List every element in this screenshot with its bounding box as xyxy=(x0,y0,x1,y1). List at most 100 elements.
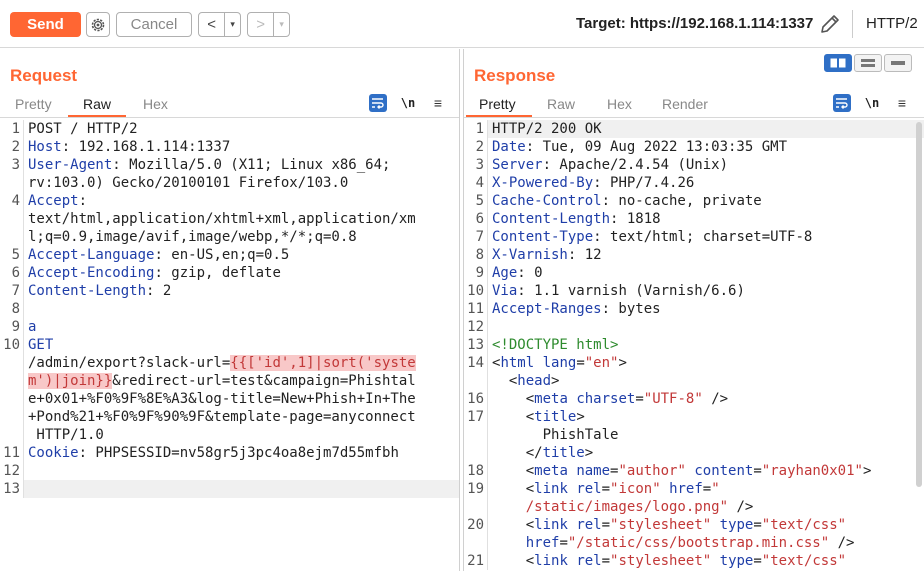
response-menu-icon[interactable]: ≡ xyxy=(895,94,909,112)
request-tab-hex[interactable]: Hex xyxy=(143,94,168,116)
response-code-line: 12 xyxy=(464,318,924,336)
forward-history-dropdown[interactable]: ▾ xyxy=(273,13,289,36)
request-line-text: +Pond%21+%F0%9F%90%9F&template-page=anyc… xyxy=(28,409,416,425)
response-scrollbar[interactable] xyxy=(916,122,922,487)
request-code-line: 3 User-Agent: Mozilla/5.0 (X11; Linux x86… xyxy=(0,156,459,174)
back-history-dropdown[interactable]: ▾ xyxy=(224,13,240,36)
response-line-text: <meta charset="UTF-8" /> xyxy=(492,391,729,407)
response-line-text: Accept-Ranges: bytes xyxy=(492,301,661,317)
response-line-text: href="/static/css/bootstrap.min.css" /> xyxy=(525,535,855,551)
request-code-line: text/html,application/xhtml+xml,applicat… xyxy=(0,210,459,228)
request-code-line: 7 Content-Length: 2 xyxy=(0,282,459,300)
response-code-line: 11 Accept-Ranges: bytes xyxy=(464,300,924,318)
request-code-line: /admin/export?slack-url={{['id',1]|sort(… xyxy=(0,354,459,372)
request-newline-toggle[interactable]: \n xyxy=(400,94,416,112)
response-line-number: 11 xyxy=(464,300,488,318)
request-code-line: 6 Accept-Encoding: gzip, deflate xyxy=(0,264,459,282)
layout-tabbed-button[interactable] xyxy=(884,54,912,72)
response-tab-render[interactable]: Render xyxy=(662,94,708,116)
request-line-text: e+0x01+%F0%9F%8E%A3&log-title=New+Phish+… xyxy=(28,391,416,407)
response-code-line: /static/images/logo.png" /> xyxy=(464,498,924,516)
response-line-number xyxy=(464,498,488,516)
request-tab-raw[interactable]: Raw xyxy=(83,94,111,116)
columns-icon xyxy=(830,58,846,68)
response-line-number: 18 xyxy=(464,462,488,480)
request-line-number: 5 xyxy=(0,246,24,264)
response-code-line: 14 <html lang="en"> xyxy=(464,354,924,372)
response-code-line: </title> xyxy=(464,444,924,462)
response-tab-hex[interactable]: Hex xyxy=(607,94,632,116)
back-nav: < ▾ xyxy=(198,12,241,37)
request-code-line: m')|join}}&redirect-url=test&campaign=Ph… xyxy=(0,372,459,390)
response-newline-toggle[interactable]: \n xyxy=(864,94,880,112)
request-line-text: Accept-Encoding: gzip, deflate xyxy=(28,265,281,281)
response-line-text: <meta name="author" content="rayhan0x01"… xyxy=(492,463,872,479)
request-line-text: Content-Length: 2 xyxy=(28,283,172,299)
request-line-number: 13 xyxy=(0,480,24,498)
layout-switcher xyxy=(824,54,912,72)
cancel-button[interactable]: Cancel xyxy=(116,12,192,37)
request-line-text: text/html,application/xhtml+xml,applicat… xyxy=(28,211,416,227)
response-line-number: 4 xyxy=(464,174,488,192)
response-code-line: <head> xyxy=(464,372,924,390)
request-line-number: 10 xyxy=(0,336,24,354)
request-line-number: 2 xyxy=(0,138,24,156)
response-code-line: 8 X-Varnish: 12 xyxy=(464,246,924,264)
response-tab-raw[interactable]: Raw xyxy=(547,94,575,116)
edit-target-icon[interactable] xyxy=(818,12,842,36)
response-line-number: 8 xyxy=(464,246,488,264)
request-line-number xyxy=(0,210,24,228)
request-wrap-lines-icon[interactable] xyxy=(369,94,387,112)
response-line-number: 6 xyxy=(464,210,488,228)
response-line-text: <link rel="stylesheet" type="text/css" xyxy=(492,517,847,533)
request-line-text: a xyxy=(28,319,37,335)
response-code-line: 18 <meta name="author" content="rayhan0x… xyxy=(464,462,924,480)
response-line-number: 19 xyxy=(464,480,488,498)
response-line-number xyxy=(464,372,488,390)
request-line-number: 7 xyxy=(0,282,24,300)
response-line-number: 3 xyxy=(464,156,488,174)
response-title: Response xyxy=(474,66,556,85)
layout-side-by-side-button[interactable] xyxy=(824,54,852,72)
response-tab-pretty[interactable]: Pretty xyxy=(479,94,516,116)
single-pane-icon xyxy=(891,61,905,65)
response-line-text: <link rel="stylesheet" type="text/css" xyxy=(492,553,847,569)
request-line-number: 12 xyxy=(0,462,24,480)
response-line-text: <head> xyxy=(492,373,560,389)
response-line-text: Content-Type: text/html; charset=UTF-8 xyxy=(492,229,813,245)
request-menu-icon[interactable]: ≡ xyxy=(431,94,445,112)
response-line-text: X-Varnish: 12 xyxy=(492,247,602,263)
request-code-line: 5 Accept-Language: en-US,en;q=0.5 xyxy=(0,246,459,264)
http-version-toggle[interactable]: HTTP/2 xyxy=(866,15,918,32)
response-code-line: 10 Via: 1.1 varnish (Varnish/6.6) xyxy=(464,282,924,300)
response-code-line: 17 <title> xyxy=(464,408,924,426)
request-line-text: Host: 192.168.1.114:1337 xyxy=(28,139,231,155)
request-line-number: 11 xyxy=(0,444,24,462)
response-line-number: 2 xyxy=(464,138,488,156)
request-line-number xyxy=(0,174,24,192)
request-tabs-divider xyxy=(0,117,459,118)
response-editor[interactable]: 1 HTTP/2 200 OK 2 Date: Tue, 09 Aug 2022 13… xyxy=(464,120,924,571)
response-line-number xyxy=(464,534,488,552)
request-editor[interactable]: 1 POST / HTTP/2 2 Host: 192.168.1.114:1337 3… xyxy=(0,120,459,571)
request-code-line: +Pond%21+%F0%9F%90%9F&template-page=anyc… xyxy=(0,408,459,426)
send-button[interactable]: Send xyxy=(10,12,81,37)
request-panel: Request Pretty Raw Hex \n ≡ 1 POST / HTTP… xyxy=(0,49,460,571)
request-code-line: 8 xyxy=(0,300,459,318)
request-tab-pretty[interactable]: Pretty xyxy=(15,94,52,116)
response-line-number: 16 xyxy=(464,390,488,408)
request-line-text: /admin/export?slack-url={{['id',1]|sort(… xyxy=(28,355,416,371)
response-wrap-lines-icon[interactable] xyxy=(833,94,851,112)
gear-icon xyxy=(91,18,105,31)
forward-button[interactable]: > xyxy=(248,13,273,36)
settings-button[interactable] xyxy=(86,12,110,37)
response-line-number: 9 xyxy=(464,264,488,282)
request-code-line: HTTP/1.0 xyxy=(0,426,459,444)
response-line-number: 1 xyxy=(464,120,488,138)
response-line-text: Date: Tue, 09 Aug 2022 13:03:35 GMT xyxy=(492,139,788,155)
response-line-text xyxy=(488,318,924,336)
back-button[interactable]: < xyxy=(199,13,224,36)
response-code-line: 5 Cache-Control: no-cache, private xyxy=(464,192,924,210)
forward-nav: > ▾ xyxy=(247,12,290,37)
layout-stacked-button[interactable] xyxy=(854,54,882,72)
